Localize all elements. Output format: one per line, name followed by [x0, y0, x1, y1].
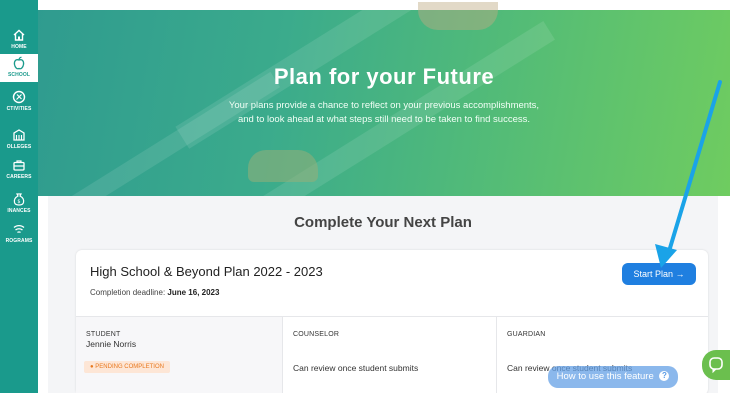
sidebar-item-finances[interactable]: $ INANCES	[0, 192, 38, 215]
sidebar-item-label: CAREERS	[6, 174, 32, 180]
question-icon: ?	[659, 371, 670, 382]
sidebar-item-label: OLLEGES	[6, 144, 32, 150]
sidebar: HOME SCHOOL CTIVITIES OLLEGES CAREERS $ …	[0, 0, 38, 393]
page: HOME SCHOOL CTIVITIES OLLEGES CAREERS $ …	[0, 0, 730, 393]
page-title: Plan for your Future	[273, 64, 495, 89]
status-badge: ● PENDING COMPLETION	[84, 361, 170, 373]
activities-icon	[0, 90, 38, 106]
deadline-date: June 16, 2023	[167, 288, 220, 297]
college-icon	[0, 128, 38, 144]
section-title: Complete Your Next Plan	[294, 214, 472, 231]
help-label: How to use this feature	[556, 371, 654, 382]
sidebar-item-careers[interactable]: CAREERS	[0, 158, 38, 181]
hero-subtitle-line1: Your plans provide a chance to reflect o…	[228, 100, 540, 111]
sidebar-item-label: CTIVITIES	[6, 106, 32, 112]
svg-text:$: $	[17, 199, 20, 205]
sidebar-item-colleges[interactable]: OLLEGES	[0, 128, 38, 151]
main-content: Complete Your Next Plan High School & Be…	[48, 196, 718, 393]
role-student: STUDENT Jennie Norris ● PENDING COMPLETI…	[76, 317, 282, 393]
sidebar-item-label: INANCES	[7, 208, 31, 214]
role-header: COUNSELOR	[293, 331, 340, 338]
deadline-label: Completion deadline:	[90, 288, 166, 297]
sidebar-item-activities[interactable]: CTIVITIES	[0, 90, 38, 113]
home-icon	[0, 28, 38, 44]
role-counselor: COUNSELOR Can review once student submit…	[282, 317, 496, 393]
chat-widget-button[interactable]	[702, 350, 730, 380]
sidebar-item-programs[interactable]: ROGRAMS	[0, 222, 38, 245]
hero-banner: Plan for your Future Your plans provide …	[38, 0, 730, 196]
hero-photo-shoe	[418, 2, 498, 30]
sidebar-item-label: SCHOOL	[8, 72, 30, 78]
money-bag-icon: $	[0, 192, 38, 208]
sidebar-item-home[interactable]: HOME	[0, 28, 38, 51]
start-plan-button[interactable]: Start Plan →	[622, 263, 696, 285]
sidebar-item-label: HOME	[11, 44, 27, 50]
briefcase-icon	[0, 158, 38, 174]
hero-subtitle-line2: and to look ahead at what steps still ne…	[237, 114, 531, 125]
plan-deadline: Completion deadline: June 16, 2023	[90, 288, 219, 297]
programs-icon	[0, 222, 38, 238]
hero-photo-shoe	[248, 150, 318, 182]
hero-decor-stripe	[38, 71, 280, 196]
role-header: GUARDIAN	[507, 331, 546, 338]
plan-title: High School & Beyond Plan 2022 - 2023	[90, 264, 323, 279]
apple-icon	[0, 56, 38, 72]
sidebar-item-school[interactable]: SCHOOL	[0, 54, 38, 82]
role-header: STUDENT	[86, 331, 121, 338]
how-to-use-button[interactable]: How to use this feature ?	[548, 366, 678, 388]
role-note: Can review once student submits	[293, 363, 419, 373]
student-name: Jennie Norris	[86, 339, 137, 349]
sidebar-item-label: ROGRAMS	[5, 238, 33, 244]
